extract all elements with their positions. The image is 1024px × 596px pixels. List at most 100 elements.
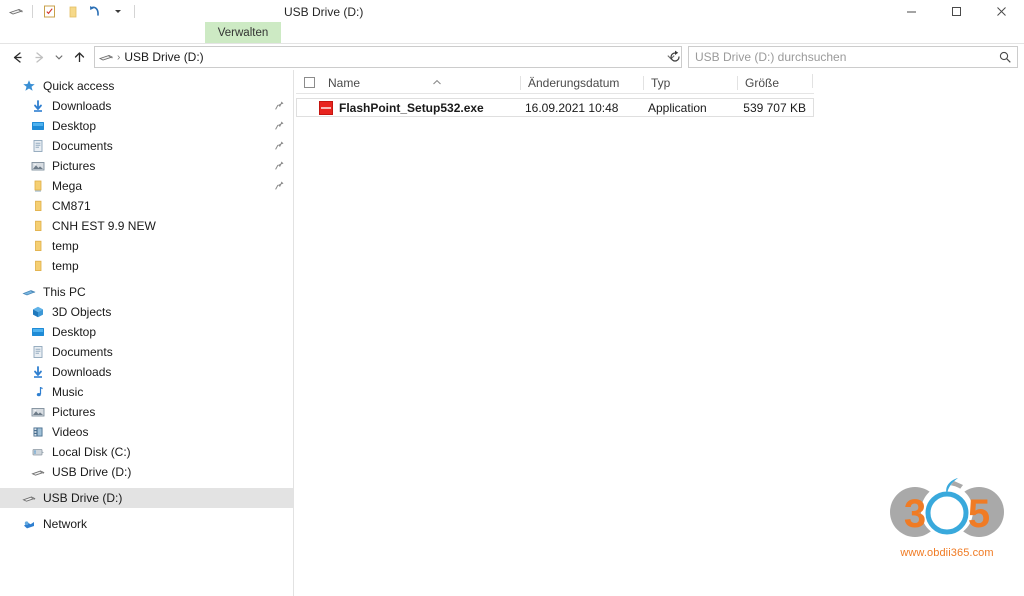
sidebar-item-3d-objects[interactable]: 3D Objects [0, 302, 293, 322]
column-header-name[interactable]: Name [320, 72, 520, 93]
download-arrow-icon [29, 98, 46, 114]
navigation-pane[interactable]: Quick access Downloads Desktop Documents… [0, 70, 293, 596]
column-header-type-label: Typ [651, 75, 671, 90]
download-arrow-icon [29, 364, 46, 380]
file-explorer-window: USB Drive (D:) Verwalten File Start [0, 0, 1024, 596]
videos-icon [29, 424, 46, 440]
pin-icon[interactable] [274, 140, 285, 151]
search-icon[interactable] [993, 50, 1017, 64]
sidebar-item-mega[interactable]: Mega [0, 176, 293, 196]
contextual-tab-group-label: Verwalten [217, 27, 269, 39]
obdii365-watermark-logo: 3 5 www.obdii365.com [888, 477, 1006, 573]
sidebar-group-network[interactable]: Network [0, 514, 293, 534]
sidebar-item-downloads[interactable]: Downloads [0, 96, 293, 116]
breadcrumb-path[interactable]: USB Drive (D:) [124, 50, 661, 64]
exe-file-icon [319, 101, 333, 115]
column-header-size[interactable]: Größe [737, 72, 812, 93]
sidebar-item-temp-1[interactable]: temp [0, 236, 293, 256]
sidebar-item-label: CM871 [52, 199, 91, 213]
refresh-button[interactable] [664, 46, 686, 68]
sidebar-item-cm871[interactable]: CM871 [0, 196, 293, 216]
properties-icon[interactable] [39, 1, 59, 21]
sidebar-item-local-disk-c[interactable]: Local Disk (C:) [0, 442, 293, 462]
back-button[interactable] [6, 45, 28, 69]
sidebar-item-label: Pictures [52, 159, 96, 173]
column-header-name-label: Name [328, 75, 361, 90]
sidebar-item-label: USB Drive (D:) [43, 491, 123, 505]
new-folder-icon[interactable] [62, 1, 82, 21]
sidebar-item-label: Videos [52, 425, 89, 439]
svg-text:5: 5 [968, 492, 990, 536]
sidebar-group-quick-access[interactable]: Quick access [0, 76, 293, 96]
pin-icon[interactable] [274, 120, 285, 131]
svg-text:3: 3 [904, 492, 926, 536]
folder-icon [29, 218, 46, 234]
music-note-icon [29, 384, 46, 400]
pin-icon[interactable] [274, 160, 285, 171]
sidebar-item-label: Documents [52, 139, 113, 153]
sidebar-item-label: Pictures [52, 405, 96, 419]
column-header-row: Name Änderungsdatum Typ Größe [296, 72, 814, 94]
file-size-cell: 539 707 KB [743, 100, 806, 115]
hard-disk-icon [29, 444, 46, 460]
maximize-button[interactable] [934, 0, 979, 22]
breadcrumb-separator: › [117, 51, 121, 63]
window-title: USB Drive (D:) [284, 5, 364, 19]
customize-qat-dropdown-icon[interactable] [108, 1, 128, 21]
address-bar[interactable]: › USB Drive (D:) [94, 46, 682, 68]
close-button[interactable] [979, 0, 1024, 22]
pictures-icon [29, 158, 46, 174]
pin-icon[interactable] [274, 180, 285, 191]
qat-divider-2 [134, 4, 135, 18]
usb-drive-icon [20, 490, 37, 506]
forward-button[interactable] [28, 45, 50, 69]
sidebar-item-usb-drive-d-selected[interactable]: USB Drive (D:) [0, 488, 293, 508]
column-header-type[interactable]: Typ [643, 72, 737, 93]
sidebar-item-pictures-pc[interactable]: Pictures [0, 402, 293, 422]
sidebar-item-pictures[interactable]: Pictures [0, 156, 293, 176]
sidebar-item-videos[interactable]: Videos [0, 422, 293, 442]
column-header-size-label: Größe [745, 75, 780, 90]
sidebar-item-documents-pc[interactable]: Documents [0, 342, 293, 362]
usb-drive-icon [95, 49, 117, 65]
sidebar-item-label: 3D Objects [52, 305, 112, 319]
column-header-end-divider [812, 74, 813, 88]
recent-locations-dropdown-icon[interactable] [50, 45, 68, 69]
pictures-icon [29, 404, 46, 420]
sidebar-item-label: Desktop [52, 325, 97, 339]
select-all-checkbox[interactable] [304, 77, 315, 88]
undo-icon[interactable] [85, 1, 105, 21]
folder-icon [29, 238, 46, 254]
up-button[interactable] [68, 45, 90, 69]
column-header-modified[interactable]: Änderungsdatum [520, 72, 643, 93]
sidebar-item-desktop[interactable]: Desktop [0, 116, 293, 136]
watermark-url: www.obdii365.com [900, 547, 994, 559]
sort-ascending-icon [432, 75, 442, 89]
sidebar-group-this-pc-label: This PC [43, 285, 86, 299]
sidebar-item-label: temp [52, 259, 79, 273]
3d-objects-icon [29, 304, 46, 320]
sidebar-item-temp-2[interactable]: temp [0, 256, 293, 276]
search-placeholder: USB Drive (D:) durchsuchen [695, 50, 847, 64]
pin-icon[interactable] [274, 100, 285, 111]
table-row[interactable]: FlashPoint_Setup532.exe 16.09.2021 10:48… [296, 98, 814, 117]
sidebar-group-this-pc[interactable]: This PC [0, 282, 293, 302]
column-header-modified-label: Änderungsdatum [528, 75, 620, 90]
sidebar-item-documents[interactable]: Documents [0, 136, 293, 156]
sidebar-item-downloads-pc[interactable]: Downloads [0, 362, 293, 382]
quick-access-toolbar [6, 0, 138, 22]
sidebar-group-quick-access-label: Quick access [43, 79, 115, 93]
folder-icon [29, 198, 46, 214]
sidebar-item-cnh-est[interactable]: CNH EST 9.9 NEW [0, 216, 293, 236]
desktop-icon [29, 324, 46, 340]
sidebar-item-label: Local Disk (C:) [52, 445, 131, 459]
sidebar-item-usb-drive-d-pc[interactable]: USB Drive (D:) [0, 462, 293, 482]
usb-drive-icon[interactable] [6, 1, 26, 21]
sidebar-item-desktop-pc[interactable]: Desktop [0, 322, 293, 342]
minimize-button[interactable] [889, 0, 934, 22]
file-name-cell[interactable]: FlashPoint_Setup532.exe [339, 99, 519, 116]
sidebar-item-music[interactable]: Music [0, 382, 293, 402]
sidebar-item-label: USB Drive (D:) [52, 465, 132, 479]
search-input[interactable]: USB Drive (D:) durchsuchen [688, 46, 1018, 68]
qat-divider [32, 4, 33, 18]
